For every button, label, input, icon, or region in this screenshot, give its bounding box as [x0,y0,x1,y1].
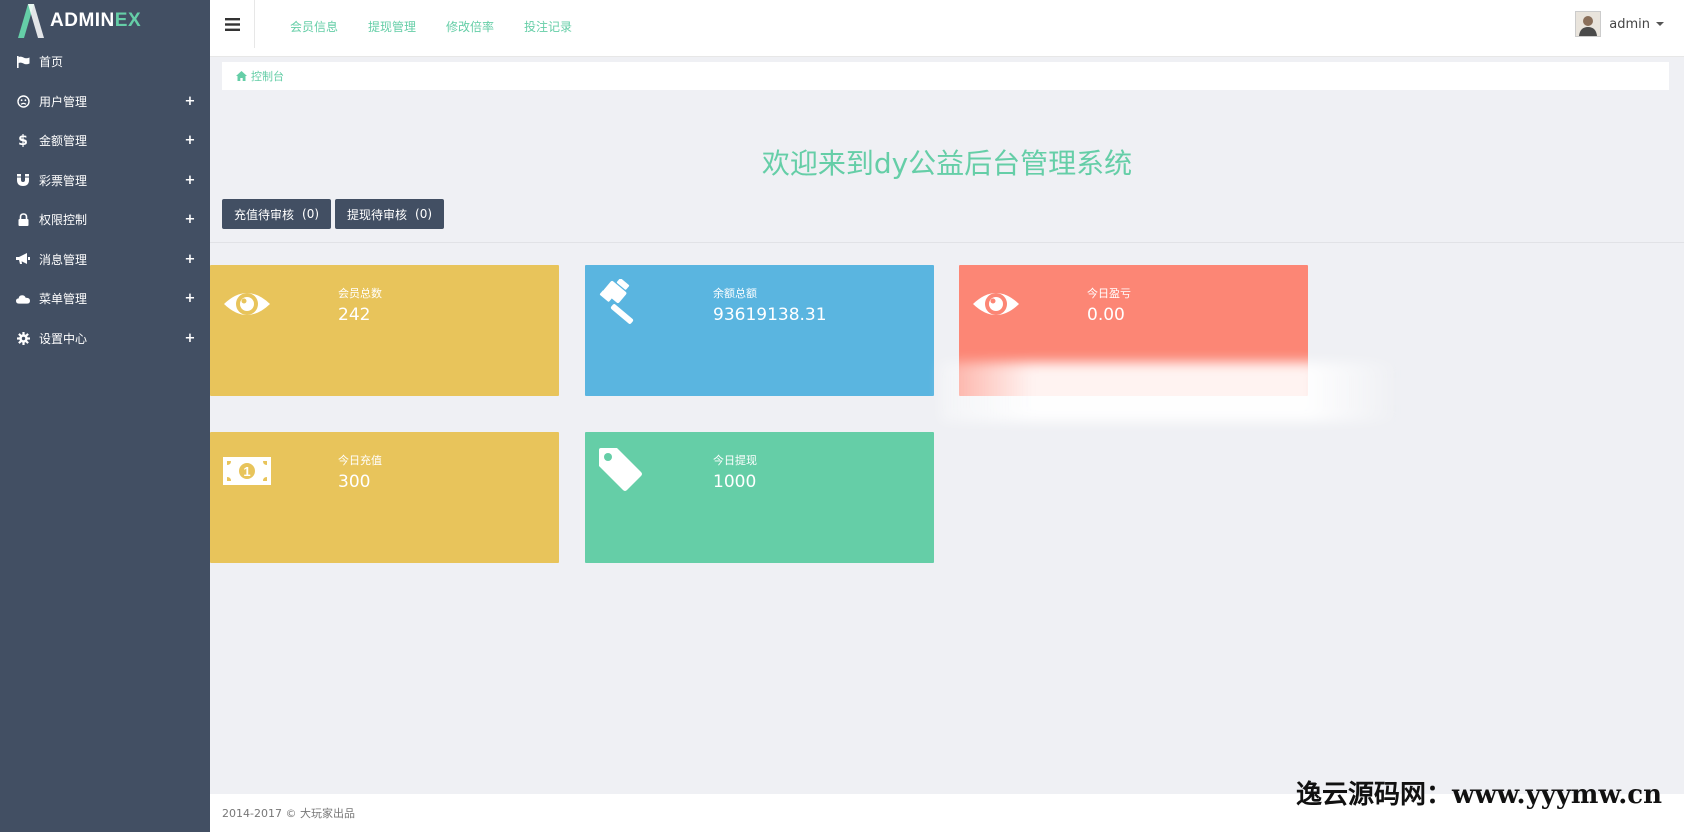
gavel-icon [599,279,634,324]
sidebar-item-finance[interactable]: $ 金额管理 + [0,121,210,161]
card-value: 93619138.31 [713,305,827,325]
sidebar-item-label: 彩票管理 [39,173,88,188]
card-value: 0.00 [1087,305,1125,325]
card-value: 300 [338,472,371,492]
expand-icon[interactable]: + [184,291,196,306]
card-title: 今日盈亏 [1087,287,1131,300]
eye-icon [973,293,1019,315]
expand-icon[interactable]: + [184,252,196,267]
home-icon [236,71,247,81]
top-header: 会员信息 提现管理 修改倍率 投注记录 admin [210,0,1684,57]
expand-icon[interactable]: + [184,331,196,346]
gear-icon [16,331,30,345]
sidebar-item-label: 金额管理 [39,134,88,149]
sidebar-toggle-button[interactable] [210,0,255,48]
welcome-heading: 欢迎来到dy公益后台管理系统 [761,147,1133,180]
top-link-modify-odds[interactable]: 修改倍率 [446,18,494,35]
card-title: 今日提现 [713,454,757,467]
svg-text:1: 1 [243,464,250,479]
flag-icon [16,55,30,69]
bullhorn-icon [16,252,30,266]
cloud-icon [16,292,30,306]
sidebar: ADMINEX 首页 用户管理 + $ 金额管理 + 彩票管理 + 权限控制 +… [0,0,210,832]
sidebar-item-label: 设置中心 [39,331,88,346]
recharge-pending-button[interactable]: 充值待审核 (0) [222,199,332,229]
expand-icon[interactable]: + [184,212,196,227]
blur-overlay [940,362,1400,422]
sidebar-nav: 首页 用户管理 + $ 金额管理 + 彩票管理 + 权限控制 + 消息管理 + … [0,42,210,358]
hamburger-icon [224,17,240,31]
card-value: 242 [338,305,371,325]
magnet-icon [16,173,30,187]
expand-icon[interactable]: + [184,133,196,148]
logo[interactable]: ADMINEX [0,0,210,42]
stat-card-total-members[interactable]: 会员总数 242 [210,265,559,396]
expand-icon[interactable]: + [184,173,196,188]
card-title: 会员总数 [338,287,382,300]
top-link-withdraw-management[interactable]: 提现管理 [368,18,416,35]
pending-buttons: 充值待审核 (0) 提现待审核 (0) [222,199,448,229]
watermark: 逸云源码网：www.yyymw.cn [1296,780,1662,810]
sidebar-item-users[interactable]: 用户管理 + [0,82,210,122]
card-title: 今日充值 [338,454,382,467]
stat-card-today-recharge[interactable]: 1 今日充值 300 [210,432,559,563]
card-title: 余额总额 [713,287,757,300]
withdraw-pending-button[interactable]: 提现待审核 (0) [335,199,445,229]
caret-down-icon [1656,22,1664,26]
eye-icon [224,293,270,315]
footer-copyright: 2014-2017 © 大玩家出品 [222,807,355,820]
button-count: (0) [302,207,320,221]
sidebar-item-lottery[interactable]: 彩票管理 + [0,161,210,201]
button-label: 充值待审核 [234,207,295,222]
expand-icon[interactable]: + [184,94,196,109]
user-menu[interactable]: admin [1575,11,1664,37]
sidebar-item-home[interactable]: 首页 [0,42,210,82]
money-icon: 1 [223,457,271,485]
button-count: (0) [415,207,433,221]
sidebar-item-menus[interactable]: 菜单管理 + [0,279,210,319]
sidebar-item-label: 权限控制 [39,213,88,228]
stat-card-total-balance[interactable]: 余额总额 93619138.31 [585,265,934,396]
sidebar-item-label: 菜单管理 [39,292,88,307]
logo-mark-icon [18,4,44,38]
top-link-bet-records[interactable]: 投注记录 [524,18,572,35]
top-link-member-info[interactable]: 会员信息 [290,18,338,35]
sidebar-item-messages[interactable]: 消息管理 + [0,240,210,280]
user-circle-icon [16,94,30,108]
breadcrumb-item-dashboard[interactable]: 控制台 [251,68,284,84]
sidebar-item-permissions[interactable]: 权限控制 + [0,200,210,240]
card-value: 1000 [713,472,757,492]
dollar-icon: $ [18,132,28,149]
tag-icon [599,448,642,491]
divider [210,242,1684,243]
logo-text: ADMINEX [50,10,142,31]
stat-card-today-withdraw[interactable]: 今日提现 1000 [585,432,934,563]
sidebar-item-label: 消息管理 [39,252,88,267]
sidebar-item-label: 用户管理 [39,94,88,109]
avatar [1575,11,1602,37]
lock-icon [16,213,30,227]
sidebar-item-label: 首页 [39,55,64,70]
user-name: admin [1609,16,1650,32]
top-nav: 会员信息 提现管理 修改倍率 投注记录 [290,18,602,35]
sidebar-item-settings[interactable]: 设置中心 + [0,319,210,359]
breadcrumb: 控制台 [222,62,1669,90]
button-label: 提现待审核 [347,207,408,222]
